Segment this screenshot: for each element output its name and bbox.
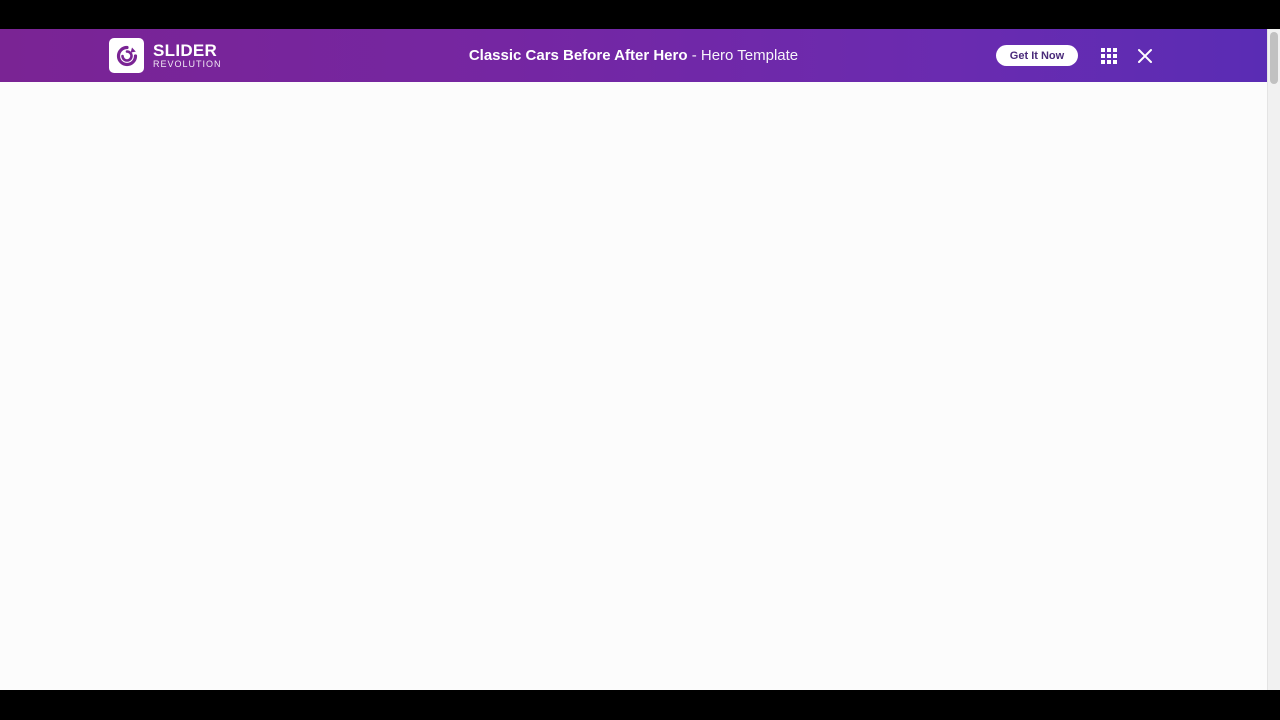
- logo-text: SLIDER REVOLUTION: [153, 42, 222, 70]
- template-name: Classic Cars Before After Hero: [468, 47, 688, 64]
- browser-viewport: SLIDER REVOLUTION Classic Cars Before Af…: [0, 29, 1280, 690]
- slider-revolution-logo[interactable]: SLIDER REVOLUTION: [109, 38, 222, 73]
- grid-icon[interactable]: [1101, 48, 1117, 64]
- screen-bottom-border: [0, 690, 1280, 720]
- logo-subtitle: REVOLUTION: [153, 58, 222, 69]
- close-icon[interactable]: [1137, 48, 1153, 64]
- preview-topbar: SLIDER REVOLUTION Classic Cars Before Af…: [0, 29, 1267, 82]
- template-type: Hero Template: [700, 47, 799, 64]
- scrollbar-thumb[interactable]: [1270, 32, 1278, 84]
- get-it-now-button[interactable]: Get It Now: [996, 45, 1078, 66]
- slider-revolution-logo-icon: [109, 38, 144, 73]
- vertical-scrollbar[interactable]: [1267, 29, 1280, 690]
- logo-wordmark: SLIDER: [153, 40, 218, 60]
- template-title-text: Classic Cars Before After Hero - Hero Te…: [469, 47, 798, 64]
- preview-content-area: [0, 82, 1267, 690]
- title-separator: -: [687, 47, 701, 64]
- screen-top-border: [0, 0, 1280, 29]
